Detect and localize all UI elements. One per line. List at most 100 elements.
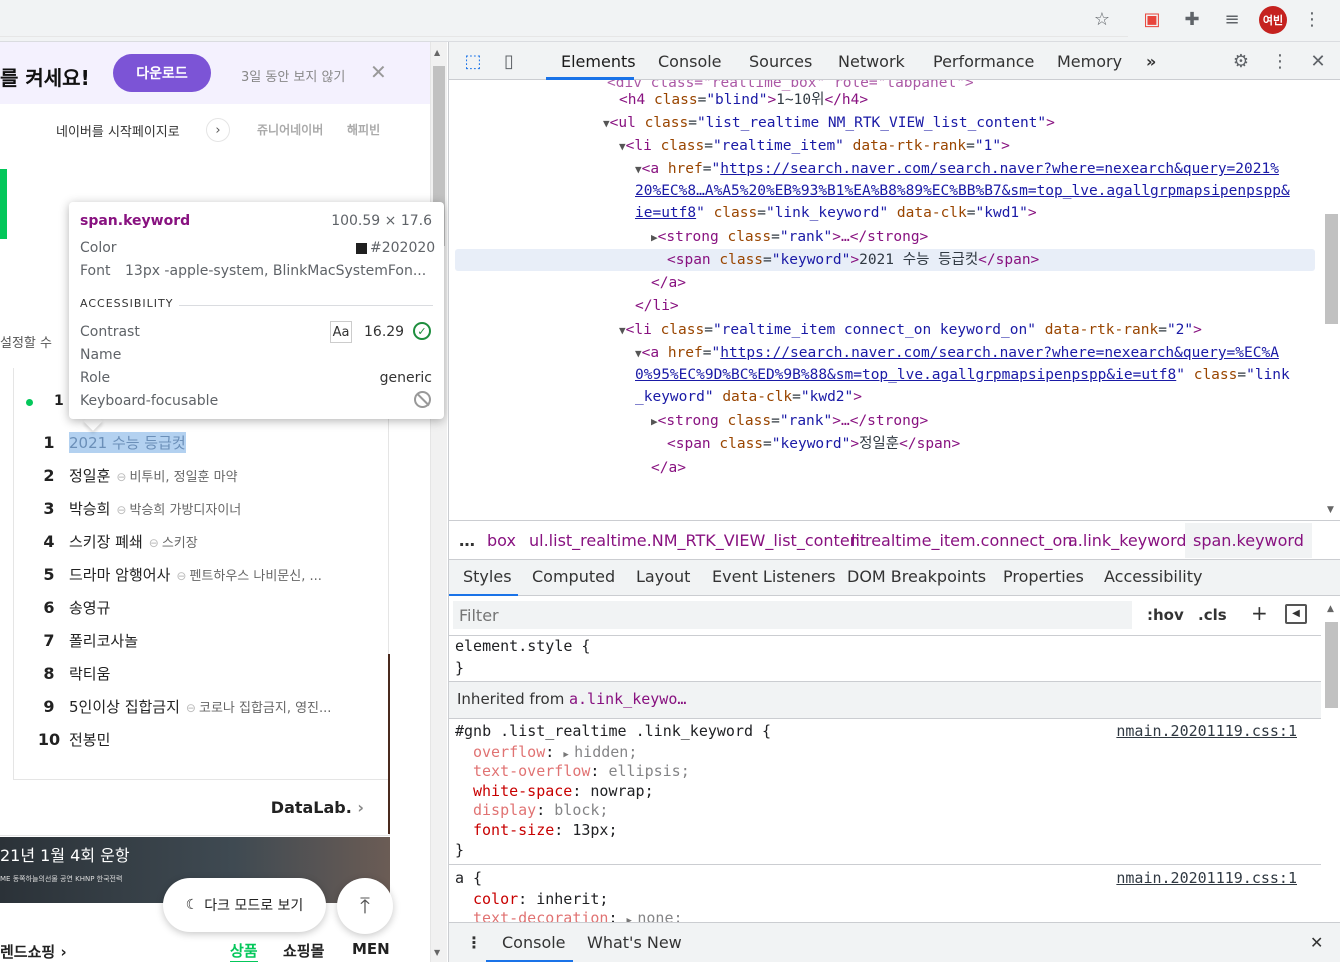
hov-toggle[interactable]: :hov	[1147, 606, 1184, 624]
dom-line-strong-1[interactable]: ▶<strong class="rank">…</strong>	[449, 226, 1321, 248]
set-start-page-link[interactable]: 네이버를 시작페이지로	[56, 121, 180, 140]
collapse-triangle-icon[interactable]: ▶	[651, 415, 658, 428]
shop-tab-men[interactable]: MEN	[352, 940, 390, 958]
dom-scrollbar[interactable]: ▼	[1321, 80, 1340, 520]
css-property-line[interactable]: color: inherit;	[449, 889, 1321, 909]
hide-3-days-link[interactable]: 3일 동안 보지 않기	[241, 66, 345, 85]
element-style-rule[interactable]: element.style {	[455, 636, 1321, 656]
ranking-row[interactable]: 9 5인이상 집합금지 ⊖ 코로나 집합금지, 영진...	[0, 694, 390, 720]
breadcrumb-overflow-icon[interactable]: …	[459, 531, 475, 550]
dom-line-ul[interactable]: ▼<ul class="list_realtime NM_RTK_VIEW_li…	[449, 112, 1321, 134]
dom-tree[interactable]: <div class="realtime_box" role="tabpanel…	[449, 80, 1321, 520]
ranking-row[interactable]: 7 폴리코사놀	[0, 628, 390, 654]
scroll-to-top-button[interactable]: ⤒	[337, 878, 393, 934]
download-button[interactable]: 다운로드	[113, 54, 211, 92]
device-toolbar-icon[interactable]: ▯	[498, 50, 520, 72]
dark-mode-button[interactable]: ☾ 다크 모드로 보기	[163, 878, 326, 932]
css-property-line[interactable]: text-overflow: ellipsis;	[449, 761, 1321, 781]
drawer-tab-console[interactable]: Console	[502, 933, 566, 952]
dom-line-a-1-cont[interactable]: 20%EC%8…A%A5%20%EB%93%B1%EA%B8%89%EC%BB%…	[449, 180, 1321, 202]
tab-memory[interactable]: Memory	[1057, 52, 1122, 71]
styles-filter-input[interactable]	[453, 601, 1132, 629]
rule1-header[interactable]: #gnb .list_realtime .link_keyword { nmai…	[449, 721, 1321, 741]
dom-line-a-close[interactable]: </a>	[449, 272, 1321, 294]
browser-menu-icon[interactable]: ⋮	[1301, 8, 1323, 30]
dom-line-a-2-cont2[interactable]: _keyword" data-clk="kwd2">	[449, 386, 1321, 408]
stylesheet-link[interactable]: nmain.20201119.css:1	[1116, 868, 1297, 888]
dom-line-strong-2[interactable]: ▶<strong class="rank">…</strong>	[449, 410, 1321, 432]
media-queue-icon[interactable]: ≡	[1221, 8, 1243, 30]
scroll-down-icon[interactable]: ▼	[434, 948, 440, 957]
dom-link[interactable]: 20%EC%8…A%A5%20%EB%93%B1%EA%B8%89%EC%BB%…	[635, 183, 1290, 199]
rank-keyword-row[interactable]: 2021 수능 등급컷	[69, 432, 186, 453]
inherited-link[interactable]: a.link_keywo…	[569, 690, 686, 708]
ranking-row[interactable]: 2 정일훈 ⊖ 비투비, 정일훈 마약	[0, 463, 390, 489]
profile-avatar[interactable]: 여빈	[1259, 6, 1287, 34]
breadcrumb-span-active[interactable]: span.keyword	[1185, 523, 1312, 558]
expand-triangle-icon[interactable]: ▼	[635, 347, 642, 360]
ranking-row[interactable]: 8 락티움	[0, 661, 390, 687]
inspect-element-icon[interactable]: ⬚	[462, 50, 484, 72]
ranking-row[interactable]: 5 드라마 암행어사 ⊖ 펜트하우스 나비문신, ...	[0, 562, 390, 588]
scroll-up-icon[interactable]: ▲	[434, 48, 440, 57]
close-drawer-icon[interactable]: ✕	[1310, 933, 1323, 952]
dom-line-h4[interactable]: <h4 class="blind">1~10위</h4>	[449, 89, 1321, 111]
tab-console[interactable]: Console	[658, 52, 722, 71]
dom-line-a-2-cont[interactable]: 0%95%EC%9D%BC%ED%9B%88&sm=top_lve.agallg…	[449, 364, 1321, 386]
dom-link[interactable]: https://search.naver.com/search.naver?wh…	[720, 161, 1279, 177]
rule2-header[interactable]: a { nmain.20201119.css:1	[449, 868, 1321, 888]
close-icon[interactable]: ✕	[370, 60, 387, 84]
dom-line-a-close-2[interactable]: </a>	[449, 457, 1321, 479]
scroll-down-icon[interactable]: ▼	[1327, 505, 1334, 515]
dom-line-span-selected[interactable]: <span class="keyword">2021 수능 등급컷</span>	[455, 249, 1315, 271]
ranking-row[interactable]: 10 전봉민	[0, 727, 390, 753]
ranking-row[interactable]: 4 스키장 폐쇄 ⊖ 스키장	[0, 529, 390, 555]
more-tabs-icon[interactable]: »	[1146, 52, 1156, 71]
tab-sources[interactable]: Sources	[749, 52, 812, 71]
dom-line-a-1-cont2[interactable]: ie=utf8" class="link_keyword" data-clk="…	[449, 202, 1321, 224]
extensions-puzzle-icon[interactable]: ✚	[1181, 8, 1203, 30]
rank-keyword-row[interactable]: 락티움	[69, 663, 110, 684]
expand-triangle-icon[interactable]: ▼	[619, 140, 626, 153]
tab-event-listeners[interactable]: Event Listeners	[712, 567, 836, 586]
tab-styles[interactable]: Styles	[463, 567, 512, 586]
dom-line-li-1[interactable]: ▼<li class="realtime_item" data-rtk-rank…	[449, 135, 1321, 157]
tab-network[interactable]: Network	[838, 52, 905, 71]
breadcrumb-a[interactable]: a.link_keyword	[1068, 531, 1187, 550]
scroll-up-icon[interactable]: ▲	[1327, 604, 1334, 614]
breadcrumb-box[interactable]: box	[487, 531, 516, 550]
css-property-line[interactable]: display: block;	[449, 800, 1321, 820]
cls-toggle[interactable]: .cls	[1198, 606, 1227, 624]
happybean-link[interactable]: 해피빈	[347, 121, 380, 138]
expand-triangle-icon[interactable]: ▼	[603, 117, 610, 130]
page-scrollbar[interactable]: ▲ ▼	[430, 42, 447, 962]
tab-layout[interactable]: Layout	[636, 567, 690, 586]
toggle-sidebar-icon[interactable]: ◀	[1285, 604, 1307, 624]
tab-accessibility[interactable]: Accessibility	[1104, 567, 1202, 586]
new-rule-icon[interactable]: +	[1251, 601, 1268, 625]
chevron-right-icon[interactable]: ›	[206, 118, 230, 142]
breadcrumb-ul[interactable]: ul.list_realtime.NM_RTK_VIEW_list_conten…	[529, 531, 866, 550]
rank-keyword-row[interactable]: 5인이상 집합금지 ⊖ 코로나 집합금지, 영진...	[69, 696, 331, 717]
kebab-menu-icon[interactable]: ⋮	[1269, 50, 1291, 72]
rank-keyword-row[interactable]: 전봉민	[69, 729, 110, 750]
rank-keyword-row[interactable]: 박승희 ⊖ 박승희 가방디자이너	[69, 498, 241, 519]
collapse-triangle-icon[interactable]: ▶	[651, 231, 658, 244]
tab-elements[interactable]: Elements	[561, 52, 636, 71]
expand-triangle-icon[interactable]: ▼	[619, 324, 626, 337]
rank-keyword-row[interactable]: 드라마 암행어사 ⊖ 펜트하우스 나비문신, ...	[69, 564, 322, 585]
dom-link[interactable]: https://search.naver.com/search.naver?wh…	[720, 345, 1279, 361]
dom-link[interactable]: ie=utf8	[635, 205, 696, 221]
breadcrumb-li[interactable]: li.realtime_item.connect_on	[851, 531, 1072, 550]
dom-scroll-thumb[interactable]	[1325, 214, 1338, 324]
datalab-link[interactable]: DataLab. ›	[271, 798, 364, 817]
rank-keyword-row[interactable]: 송영규	[69, 597, 110, 618]
tab-performance[interactable]: Performance	[933, 52, 1034, 71]
extension-app-icon[interactable]: ▣	[1141, 8, 1163, 30]
bookmark-star-icon[interactable]: ☆	[1091, 8, 1113, 30]
css-property-line[interactable]: white-space: nowrap;	[449, 781, 1321, 801]
css-property-line[interactable]: overflow: ▶ hidden;	[449, 742, 1321, 762]
tab-dom-breakpoints[interactable]: DOM Breakpoints	[847, 567, 986, 586]
expand-triangle-icon[interactable]: ▶	[563, 750, 574, 760]
rank-keyword-row[interactable]: 폴리코사놀	[69, 630, 138, 651]
